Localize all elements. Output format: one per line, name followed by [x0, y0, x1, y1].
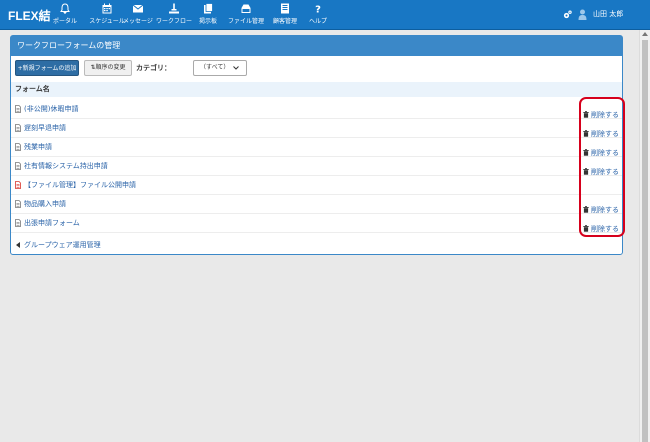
- vertical-scrollbar[interactable]: [639, 30, 650, 442]
- settings-gear-icon[interactable]: [563, 10, 572, 19]
- table-row: 遅刻早退申請 削除する: [11, 119, 622, 138]
- form-name-link[interactable]: 出張申請フォーム: [24, 218, 80, 228]
- table-row: 出張申請フォーム 削除する: [11, 214, 622, 233]
- back-link-label: グループウェア運用管理: [24, 241, 101, 249]
- document-icon: [15, 181, 21, 189]
- document-icon: [15, 219, 21, 227]
- form-list: (非公開)休暇申請 削除する 遅刻早退申請 削除する 残業申請 削除する 社有情報システム持…: [11, 100, 622, 233]
- document-icon: [15, 200, 21, 208]
- form-name-link[interactable]: 残業申請: [24, 142, 52, 152]
- scroll-thumb[interactable]: [642, 40, 648, 442]
- caret-left-icon: [16, 242, 20, 248]
- nav-help[interactable]: ? ヘルプ: [296, 3, 340, 29]
- nav-file-management[interactable]: ファイル管理: [224, 3, 268, 29]
- scroll-up-arrow-icon[interactable]: [642, 32, 648, 36]
- change-order-button[interactable]: ⇅順序の変更: [84, 60, 132, 76]
- delete-column-highlight: [579, 97, 625, 237]
- document-icon: [15, 124, 21, 132]
- change-order-label: 順序の変更: [95, 64, 126, 71]
- table-row: 物品購入申請 削除する: [11, 195, 622, 214]
- board-icon: [204, 3, 213, 14]
- document-icon: [15, 162, 21, 170]
- form-name-link[interactable]: (非公開)休暇申請: [24, 104, 78, 114]
- workflow-form-panel: ワークフローフォームの管理 +新規フォームの追加 ⇅順序の変更 カテゴリ： （す…: [10, 35, 623, 255]
- customer-icon: [281, 3, 289, 14]
- file-icon: [241, 4, 251, 13]
- panel-toolbar: +新規フォームの追加 ⇅順序の変更 カテゴリ： （すべて）: [15, 60, 615, 76]
- nav-file-label: ファイル管理: [227, 18, 264, 25]
- form-name-link[interactable]: 物品購入申請: [24, 199, 66, 209]
- chevron-down-icon: [233, 66, 239, 70]
- category-label: カテゴリ：: [136, 64, 171, 72]
- table-column-header: フォーム名: [11, 82, 622, 97]
- table-row: 社有情報システム持出申請 削除する: [11, 157, 622, 176]
- workflow-icon: [169, 3, 179, 14]
- nav-portal[interactable]: ポータル: [43, 3, 87, 29]
- nav-help-label: ヘルプ: [308, 18, 327, 25]
- help-icon: ?: [315, 5, 321, 15]
- svg-text:?: ?: [315, 5, 321, 15]
- category-selected-value: （すべて）: [200, 64, 230, 71]
- table-row: 【ファイル管理】ファイル公開申請: [11, 176, 622, 195]
- calendar-icon: [102, 3, 112, 14]
- panel-title: ワークフローフォームの管理: [11, 36, 622, 56]
- form-name-link[interactable]: 【ファイル管理】ファイル公開申請: [24, 180, 136, 190]
- nav-portal-label: ポータル: [52, 18, 77, 25]
- document-icon: [15, 143, 21, 151]
- document-icon: [15, 105, 21, 113]
- user-icon[interactable]: [578, 9, 587, 20]
- table-row: (非公開)休暇申請 削除する: [11, 100, 622, 119]
- form-name-link[interactable]: 社有情報システム持出申請: [24, 161, 108, 171]
- envelope-icon: [132, 4, 144, 13]
- category-select[interactable]: （すべて）: [193, 60, 247, 76]
- user-name[interactable]: 山田 太郎: [593, 9, 623, 19]
- bell-icon: [60, 3, 70, 14]
- groupware-admin-back-link[interactable]: グループウェア運用管理: [16, 240, 101, 250]
- top-navigation-bar: FLEX結 ポータル スケジュール メッセージ ワークフロー 掲示板 ファイル管…: [0, 0, 650, 30]
- add-new-form-button[interactable]: +新規フォームの追加: [15, 60, 79, 76]
- table-row: 残業申請 削除する: [11, 138, 622, 157]
- form-name-link[interactable]: 遅刻早退申請: [24, 123, 66, 133]
